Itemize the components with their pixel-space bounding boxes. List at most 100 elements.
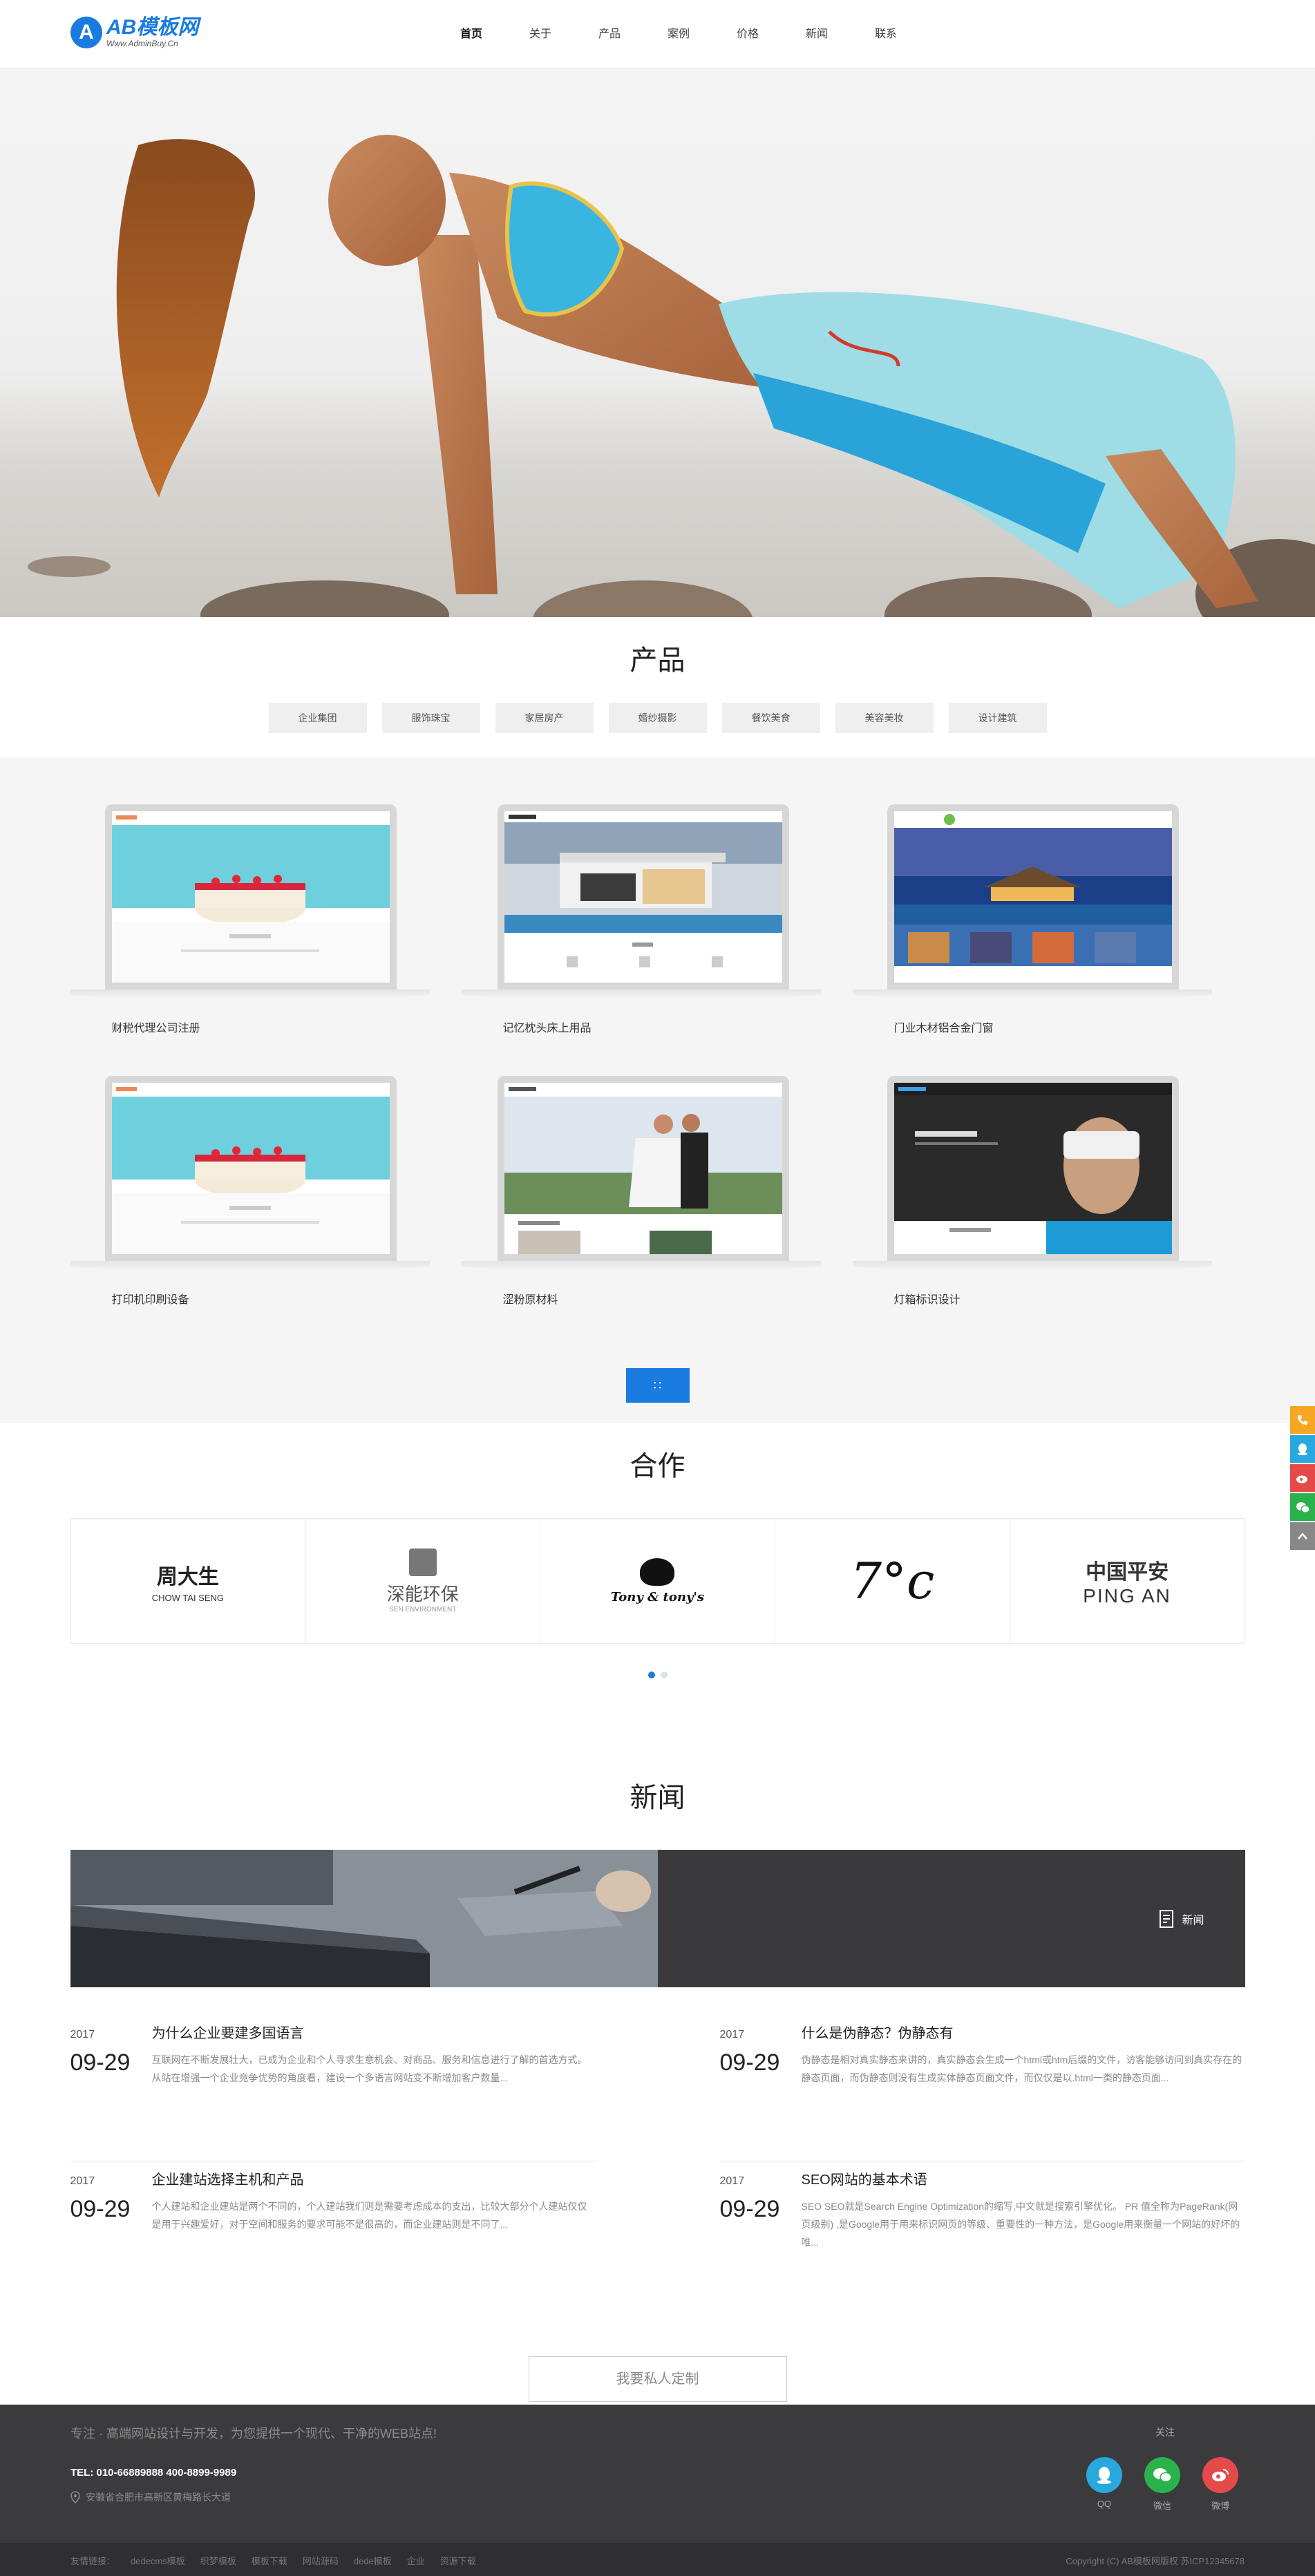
product-tabs: 企业集团 服饰珠宝 家居房产 婚纱摄影 餐饮美食 美容美妆 设计建筑 <box>0 703 1315 733</box>
side-float-bar <box>1290 1406 1315 1551</box>
news-title: 新闻 <box>630 1783 685 1813</box>
partner-logo-tony[interactable]: Tony & tony's <box>540 1519 775 1643</box>
qq-icon[interactable] <box>1290 1435 1315 1463</box>
laptop-mockup <box>497 1076 789 1261</box>
friend-link[interactable]: 企业 <box>407 2554 425 2567</box>
top-icon[interactable] <box>1290 1522 1315 1550</box>
news-title-link[interactable]: 什么是伪静态？伪静态有 <box>802 2022 954 2042</box>
news-section: 新闻 新闻 2017 09-29 为什么企业要建多国语言 互联网在不断发展壮大，… <box>0 1720 1315 2402</box>
tony-face-icon <box>640 1557 675 1586</box>
shenneng-mark-icon <box>408 1549 437 1576</box>
grid-icon: ∷ <box>653 1379 662 1392</box>
phone-icon[interactable] <box>1290 1406 1315 1434</box>
news-excerpt: 个人建站和企业建站是两个不同的，个人建站我们则是需要考虑成本的支出，比较大部分个… <box>151 2201 587 2230</box>
product-thumbnail <box>504 1083 782 1254</box>
carousel-dot-1[interactable] <box>647 1671 655 1678</box>
friend-link[interactable]: dedecms模板 <box>131 2554 185 2567</box>
social-qq[interactable]: QQ <box>1086 2457 1122 2512</box>
partner-logo-pingan[interactable]: 中国平安 PING AN <box>1010 1519 1245 1643</box>
product-label[interactable]: 财税代理公司注册 <box>112 1019 200 1035</box>
tab-food[interactable]: 餐饮美食 <box>721 703 820 733</box>
wechat-icon[interactable] <box>1290 1493 1315 1521</box>
nav-about[interactable]: 关于 <box>506 0 575 69</box>
news-year: 2017 <box>70 2175 95 2187</box>
partners-section: 合作 周大生 CHOW TAI SENG 深能环保 SEN ENVIRONMEN… <box>0 1423 1315 1720</box>
hero-image <box>28 135 1315 617</box>
news-title-link[interactable]: 为什么企业要建多国语言 <box>152 2022 304 2042</box>
news-title-link[interactable]: SEO网站的基本术语 <box>802 2168 927 2188</box>
footer-address-text: 安徽省合肥市高新区黄梅路长大道 <box>86 2492 231 2503</box>
nav-cases[interactable]: 案例 <box>644 0 713 69</box>
news-item[interactable]: 2017 09-29 什么是伪静态？伪静态有 伪静态是相对真实静态来讲的，真实静… <box>719 2015 1245 2161</box>
social-weibo-label: 微博 <box>1211 2501 1229 2511</box>
news-item[interactable]: 2017 09-29 为什么企业要建多国语言 互联网在不断发展壮大，已成为企业和… <box>70 2015 596 2161</box>
tab-jewelry[interactable]: 服饰珠宝 <box>381 703 480 733</box>
nav-products[interactable]: 产品 <box>575 0 644 69</box>
product-label[interactable]: 打印机印刷设备 <box>112 1290 189 1307</box>
product-card[interactable]: 门业木材铝合金门窗 <box>852 804 1244 1076</box>
footer-follow-label: 关注 <box>1155 2427 1175 2438</box>
friend-link[interactable]: 模板下载 <box>252 2554 287 2567</box>
carousel-dot-2[interactable] <box>660 1671 668 1678</box>
news-list: 2017 09-29 为什么企业要建多国语言 互联网在不断发展壮大，已成为企业和… <box>70 2015 1245 2308</box>
friend-links: 友情链接： dedecms模板 织梦模板 模板下载 网站源码 dede模板 企业… <box>70 2554 476 2567</box>
footer-tel: TEL: 010-66889888 400-8899-9989 <box>70 2467 237 2479</box>
news-item[interactable]: 2017 09-29 SEO网站的基本术语 SEO SEO就是Search En… <box>720 2161 1245 2308</box>
product-label[interactable]: 灯箱标识设计 <box>894 1290 961 1307</box>
nav-contact[interactable]: 联系 <box>851 0 920 69</box>
friend-link[interactable]: 资源下载 <box>440 2554 476 2567</box>
tab-enterprise[interactable]: 企业集团 <box>268 703 367 733</box>
friend-link[interactable]: 织梦模板 <box>200 2554 236 2567</box>
nav-home[interactable]: 首页 <box>437 0 506 69</box>
laptop-mockup <box>887 1076 1179 1261</box>
site-footer: 专注 · 高端网站设计与开发，为您提供一个现代、干净的WEB站点! TEL: 0… <box>0 2405 1315 2543</box>
products-section: 财税代理公司注册 记忆枕头床上用品 门业木材铝合金门窗 打印机印刷设备 涩粉原材… <box>0 757 1315 1423</box>
partner-logo-7c[interactable]: 7°c <box>775 1519 1010 1643</box>
nav-pricing[interactable]: 价格 <box>713 0 782 69</box>
partner-logo-chowtaiseng[interactable]: 周大生 CHOW TAI SENG <box>71 1519 306 1643</box>
product-card[interactable]: 财税代理公司注册 <box>70 804 462 1076</box>
tab-beauty[interactable]: 美容美妆 <box>835 703 934 733</box>
news-banner[interactable]: 新闻 <box>70 1850 1245 1987</box>
news-date: 09-29 <box>719 2049 780 2076</box>
product-card[interactable]: 打印机印刷设备 <box>70 1076 462 1347</box>
news-item[interactable]: 2017 09-29 企业建站选择主机和产品 个人建站和企业建站是两个不同的，个… <box>70 2161 596 2308</box>
friend-link[interactable]: 网站源码 <box>303 2554 339 2567</box>
nav-news[interactable]: 新闻 <box>782 0 851 69</box>
friend-link[interactable]: dede模板 <box>354 2554 392 2567</box>
more-products-button[interactable]: ∷ <box>625 1368 690 1403</box>
copyright-text: Copyright (C) AB模板网版权 苏ICP12345678 <box>1066 2556 1245 2566</box>
product-card[interactable]: 记忆枕头床上用品 <box>461 804 853 1076</box>
product-thumbnail <box>893 1083 1172 1254</box>
tab-wedding[interactable]: 婚纱摄影 <box>608 703 707 733</box>
product-label[interactable]: 门业木材铝合金门窗 <box>894 1019 994 1035</box>
location-icon <box>70 2491 80 2503</box>
social-wechat-label: 微信 <box>1153 2501 1171 2511</box>
product-thumbnail <box>111 1083 390 1254</box>
logo[interactable]: A AB模板网 Www.AdminBuy.Cn <box>70 17 198 48</box>
social-qq-label: QQ <box>1097 2499 1112 2509</box>
product-label[interactable]: 记忆枕头床上用品 <box>503 1019 592 1035</box>
news-year: 2017 <box>70 2029 95 2040</box>
tab-architecture[interactable]: 设计建筑 <box>948 703 1047 733</box>
news-excerpt: SEO SEO就是Search Engine Optimization的缩写,中… <box>801 2201 1240 2248</box>
news-excerpt: 伪静态是相对真实静态来讲的，真实静态会生成一个html或htm后缀的文件，访客能… <box>801 2054 1242 2083</box>
friend-links-label: 友情链接： <box>70 2556 116 2566</box>
partner-logo-shenneng[interactable]: 深能环保 SEN ENVIRONMENT <box>305 1519 541 1643</box>
news-excerpt: 互联网在不断发展壮大，已成为企业和个人寻求生意机会、对商品、服务和信息进行了解的… <box>151 2054 587 2083</box>
news-banner-link[interactable]: 新闻 <box>1159 1909 1204 1929</box>
qq-icon <box>1086 2457 1122 2493</box>
product-label[interactable]: 涩粉原材料 <box>503 1290 558 1307</box>
news-banner-label: 新闻 <box>1182 1915 1204 1926</box>
tab-realestate[interactable]: 家居房产 <box>495 703 594 733</box>
product-card[interactable]: 涩粉原材料 <box>461 1076 853 1347</box>
weibo-icon[interactable] <box>1290 1464 1315 1492</box>
footer-social: QQ 微信 微博 <box>1086 2457 1238 2512</box>
social-weibo[interactable]: 微博 <box>1202 2457 1238 2512</box>
news-title-link[interactable]: 企业建站选择主机和产品 <box>152 2168 304 2188</box>
hero-banner <box>0 69 1315 617</box>
site-header: A AB模板网 Www.AdminBuy.Cn 首页 关于 产品 案例 价格 新… <box>0 0 1315 69</box>
social-wechat[interactable]: 微信 <box>1144 2457 1180 2512</box>
custom-order-button[interactable]: 我要私人定制 <box>528 2356 787 2402</box>
product-card[interactable]: 灯箱标识设计 <box>852 1076 1244 1347</box>
